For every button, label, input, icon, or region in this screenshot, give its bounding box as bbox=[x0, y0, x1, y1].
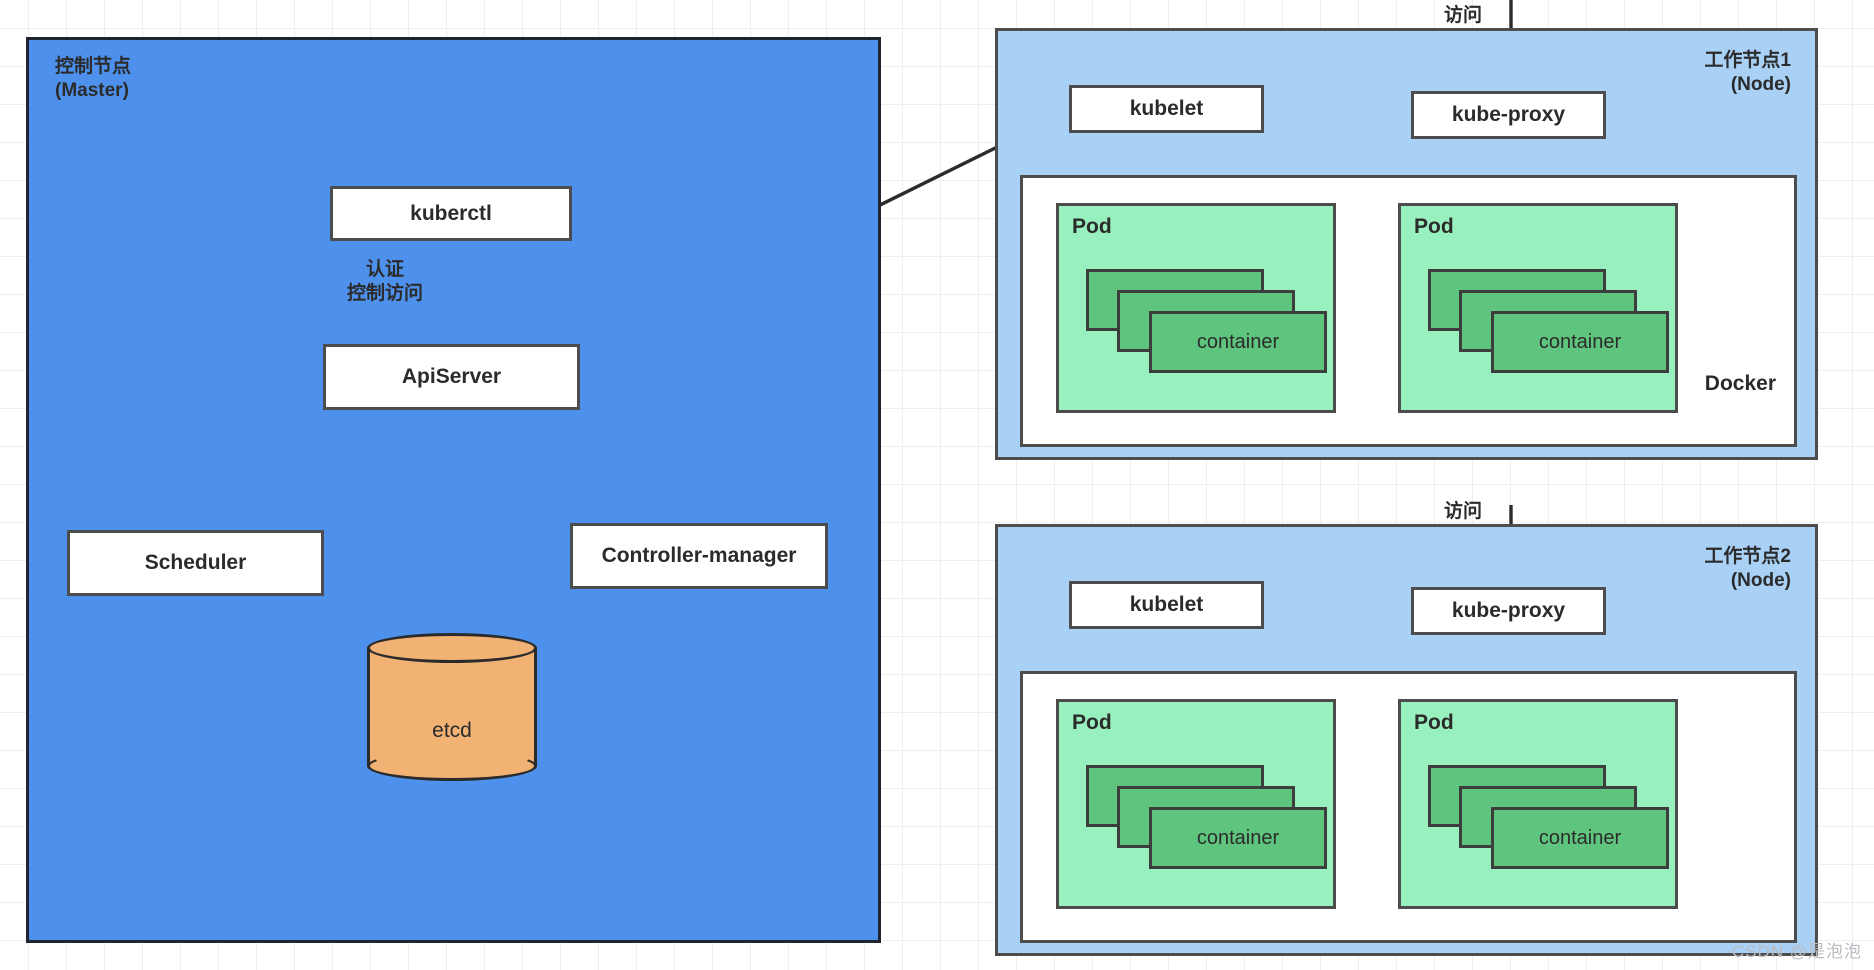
kube-proxy-label-node-1: kube-proxy bbox=[1451, 103, 1566, 126]
watermark: CSDN @是泡泡 bbox=[1731, 942, 1862, 961]
pod-label-node-2-a: Pod bbox=[1072, 711, 1112, 734]
controller-manager-label: Controller-manager bbox=[601, 544, 797, 567]
pod-label-node-1-a: Pod bbox=[1072, 215, 1112, 238]
pod-label-node-2-b: Pod bbox=[1414, 711, 1454, 734]
kube-proxy-label-node-2: kube-proxy bbox=[1451, 599, 1566, 622]
container-label-node-2-a-3: container bbox=[1196, 826, 1280, 849]
etcd-cylinder-body bbox=[367, 647, 537, 767]
scheduler-label: Scheduler bbox=[144, 551, 247, 574]
etcd-cylinder-bottom bbox=[367, 751, 537, 781]
etcd-cylinder[interactable]: etcd bbox=[367, 633, 537, 781]
docker-label-node-1: Docker bbox=[1704, 372, 1776, 395]
kubelet-box-node-2[interactable]: kubelet bbox=[1069, 581, 1264, 629]
kubelet-box-node-1[interactable]: kubelet bbox=[1069, 85, 1264, 133]
master-node-panel[interactable]: 控制节点 (Master) bbox=[26, 37, 881, 943]
apiserver-label: ApiServer bbox=[401, 365, 502, 388]
master-node-title: 控制节点 (Master) bbox=[55, 56, 132, 101]
scheduler-box[interactable]: Scheduler bbox=[67, 530, 324, 596]
container-box-node-2-b-3[interactable]: container bbox=[1491, 807, 1669, 869]
access-label-node-1: 访问 bbox=[1444, 5, 1483, 26]
kubectl-box[interactable]: kuberctl bbox=[330, 186, 572, 241]
worker-node-2-title: 工作节点2 (Node) bbox=[1704, 546, 1791, 591]
worker-node-1-title: 工作节点1 (Node) bbox=[1704, 50, 1791, 95]
kubelet-label-node-2: kubelet bbox=[1129, 593, 1204, 616]
container-box-node-1-b-3[interactable]: container bbox=[1491, 311, 1669, 373]
kubectl-apiserver-edge-label: 认证 控制访问 bbox=[346, 259, 423, 304]
container-label-node-1-a-3: container bbox=[1196, 330, 1280, 353]
kube-proxy-box-node-2[interactable]: kube-proxy bbox=[1411, 587, 1606, 635]
kubelet-label-node-1: kubelet bbox=[1129, 97, 1204, 120]
kube-proxy-box-node-1[interactable]: kube-proxy bbox=[1411, 91, 1606, 139]
container-label-node-2-b-3: container bbox=[1538, 826, 1622, 849]
diagram-canvas: 控制节点 (Master) kuberctl 认证 控制访问 ApiServer… bbox=[0, 0, 1874, 970]
etcd-cylinder-top bbox=[367, 633, 537, 663]
access-label-node-2: 访问 bbox=[1444, 501, 1483, 522]
container-box-node-2-a-3[interactable]: container bbox=[1149, 807, 1327, 869]
container-box-node-1-a-3[interactable]: container bbox=[1149, 311, 1327, 373]
container-label-node-1-b-3: container bbox=[1538, 330, 1622, 353]
controller-manager-box[interactable]: Controller-manager bbox=[570, 523, 828, 589]
etcd-label: etcd bbox=[432, 718, 472, 742]
pod-label-node-1-b: Pod bbox=[1414, 215, 1454, 238]
kubectl-label: kuberctl bbox=[410, 201, 492, 225]
apiserver-box[interactable]: ApiServer bbox=[323, 344, 580, 410]
